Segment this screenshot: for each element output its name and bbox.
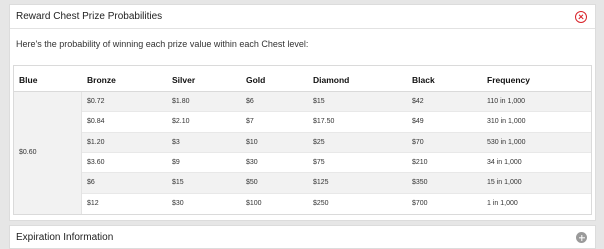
panel-title: Reward Chest Prize Probabilities <box>16 11 163 22</box>
prize-table: Blue Bronze Silver Gold Diamond Black Fr… <box>13 65 592 215</box>
diamond-cell: $17.50 <box>313 118 335 126</box>
column-header-blue: Blue <box>19 75 38 85</box>
table-row: $12 $30 $100 $250 $700 1 in 1,000 <box>82 193 591 214</box>
bronze-cell: $1.20 <box>87 138 105 146</box>
frequency-cell: 310 in 1,000 <box>487 118 526 126</box>
gold-cell: $30 <box>246 158 258 166</box>
black-cell: $42 <box>412 98 424 105</box>
intro-text: Here's the probability of winning each p… <box>16 39 309 49</box>
frequency-cell: 15 in 1,000 <box>487 179 522 187</box>
table-body: $0.72 $1.80 $6 $15 $42 110 in 1,000 $0.8… <box>82 92 591 214</box>
blue-cell: $0.60 <box>14 92 82 214</box>
silver-cell: $1.80 <box>172 98 190 105</box>
bronze-cell: $12 <box>87 199 99 207</box>
gold-cell: $100 <box>246 199 262 207</box>
column-header-frequency: Frequency <box>487 75 530 85</box>
black-cell: $350 <box>412 179 428 187</box>
expiration-panel[interactable]: Expiration Information <box>9 225 596 249</box>
gold-cell: $7 <box>246 118 254 126</box>
silver-cell: $3 <box>172 138 180 146</box>
table-row: $0.72 $1.80 $6 $15 $42 110 in 1,000 <box>82 92 591 113</box>
frequency-cell: 530 in 1,000 <box>487 138 526 146</box>
diamond-cell: $125 <box>313 179 329 187</box>
gold-cell: $6 <box>246 98 254 105</box>
diamond-cell: $250 <box>313 199 329 207</box>
table-row: $1.20 $3 $10 $25 $70 530 in 1,000 <box>82 132 591 153</box>
table-header: Blue Bronze Silver Gold Diamond Black Fr… <box>14 66 591 92</box>
frequency-cell: 1 in 1,000 <box>487 199 518 207</box>
diamond-cell: $15 <box>313 98 325 105</box>
black-cell: $70 <box>412 138 424 146</box>
frequency-cell: 34 in 1,000 <box>487 158 522 166</box>
close-icon[interactable] <box>575 11 587 23</box>
silver-cell: $9 <box>172 158 180 166</box>
silver-cell: $15 <box>172 179 184 187</box>
black-cell: $700 <box>412 199 428 207</box>
silver-cell: $30 <box>172 199 184 207</box>
diamond-cell: $75 <box>313 158 325 166</box>
bronze-cell: $0.72 <box>87 98 105 105</box>
gold-cell: $10 <box>246 138 258 146</box>
table-row: $3.60 $9 $30 $75 $210 34 in 1,000 <box>82 152 591 174</box>
column-header-silver: Silver <box>172 75 196 85</box>
table-row: $6 $15 $50 $125 $350 15 in 1,000 <box>82 173 591 194</box>
silver-cell: $2.10 <box>172 118 190 126</box>
prize-probabilities-panel: Reward Chest Prize Probabilities Here's … <box>9 4 596 221</box>
black-cell: $210 <box>412 158 428 166</box>
expiration-title[interactable]: Expiration Information <box>16 232 113 243</box>
panel-header: Reward Chest Prize Probabilities <box>10 5 595 29</box>
bronze-cell: $0.84 <box>87 118 105 126</box>
column-header-gold: Gold <box>246 75 266 85</box>
column-header-bronze: Bronze <box>87 75 116 85</box>
bronze-cell: $3.60 <box>87 158 105 166</box>
frequency-cell: 110 in 1,000 <box>487 98 526 105</box>
plus-icon[interactable] <box>576 232 587 243</box>
black-cell: $49 <box>412 118 424 126</box>
diamond-cell: $25 <box>313 138 325 146</box>
blue-value: $0.60 <box>19 149 37 156</box>
bronze-cell: $6 <box>87 179 95 187</box>
gold-cell: $50 <box>246 179 258 187</box>
table-row: $0.84 $2.10 $7 $17.50 $49 310 in 1,000 <box>82 112 591 133</box>
column-header-black: Black <box>412 75 435 85</box>
column-header-diamond: Diamond <box>313 75 350 85</box>
